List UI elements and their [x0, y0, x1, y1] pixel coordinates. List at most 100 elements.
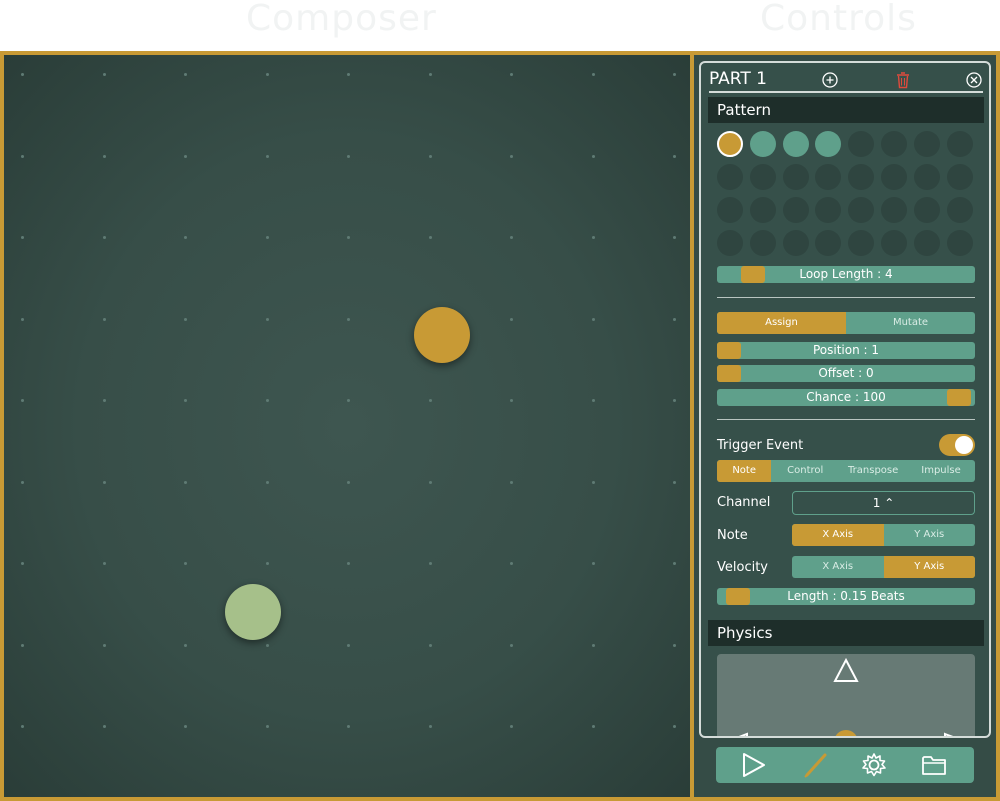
pattern-step[interactable]	[782, 197, 809, 223]
grid-dot	[510, 154, 513, 158]
loop-length-slider[interactable]: Loop Length : 4	[717, 266, 975, 283]
pattern-step[interactable]	[815, 131, 842, 157]
grid-dot	[428, 236, 432, 239]
grid-dot	[510, 725, 513, 728]
velocity-x-axis[interactable]: X Axis	[792, 556, 884, 578]
pattern-step[interactable]	[815, 197, 842, 223]
position-slider[interactable]: Position : 1	[717, 342, 975, 359]
physics-pad[interactable]	[717, 654, 975, 736]
pattern-step[interactable]	[749, 164, 776, 190]
pattern-step[interactable]	[749, 197, 776, 223]
green-ball[interactable]	[225, 584, 281, 640]
note-y-axis[interactable]: Y Axis	[884, 524, 976, 546]
pattern-step[interactable]	[913, 230, 940, 256]
grid-dot	[184, 154, 187, 158]
event-impulse[interactable]: Impulse	[907, 460, 975, 482]
pattern-step[interactable]	[848, 230, 875, 256]
folder-icon[interactable]	[920, 751, 948, 779]
pattern-header: Pattern	[708, 97, 984, 123]
channel-stepper[interactable]: 1 ⌃	[792, 491, 975, 515]
toggle-knob	[955, 436, 973, 454]
grid-dot	[673, 725, 676, 728]
pattern-step[interactable]	[717, 230, 743, 256]
grid-dot	[21, 399, 24, 402]
composer-canvas[interactable]	[4, 55, 690, 797]
grid-dot	[591, 643, 595, 647]
gold-ball[interactable]	[414, 307, 470, 363]
pattern-step[interactable]	[749, 131, 776, 157]
chance-label: Chance : 100	[806, 390, 886, 404]
close-icon[interactable]	[965, 71, 983, 89]
pattern-step[interactable]	[717, 164, 743, 190]
pattern-step[interactable]	[717, 197, 743, 223]
grid-dot	[673, 154, 676, 158]
pattern-step[interactable]	[913, 131, 940, 157]
pattern-step[interactable]	[881, 197, 907, 223]
note-label: Note	[717, 528, 748, 543]
event-note[interactable]: Note	[717, 460, 772, 482]
offset-slider[interactable]: Offset : 0	[717, 365, 975, 382]
pattern-step[interactable]	[946, 230, 973, 256]
channel-value: 1	[872, 496, 881, 510]
tab-composer[interactable]: Composer	[246, 0, 437, 39]
grid-dot	[265, 480, 269, 484]
pattern-step[interactable]	[913, 197, 940, 223]
trigger-event-toggle[interactable]	[939, 434, 975, 456]
velocity-axis-selector: X Axis Y Axis	[792, 556, 975, 578]
pattern-step[interactable]	[815, 164, 842, 190]
pattern-step[interactable]	[946, 164, 973, 190]
pattern-step[interactable]	[848, 131, 875, 157]
velocity-y-axis[interactable]: Y Axis	[883, 556, 975, 578]
grid-dot	[428, 480, 432, 484]
pattern-step[interactable]	[881, 230, 907, 256]
part-title: PART 1	[709, 69, 767, 89]
pattern-step[interactable]	[782, 131, 809, 157]
note-x-axis[interactable]: X Axis	[792, 524, 884, 546]
pencil-icon[interactable]	[802, 751, 830, 779]
grid-dot	[428, 643, 432, 647]
pattern-step[interactable]	[913, 164, 940, 190]
length-slider[interactable]: Length : 0.15 Beats	[717, 588, 975, 605]
pattern-step[interactable]	[848, 164, 875, 190]
grid-dot	[184, 73, 187, 76]
pattern-step[interactable]	[749, 230, 776, 256]
channel-label: Channel	[717, 495, 771, 510]
grid-dot	[673, 236, 676, 239]
pattern-step[interactable]	[881, 164, 907, 190]
grid-dot	[21, 725, 24, 728]
grid-dot	[102, 317, 106, 321]
pattern-step[interactable]	[881, 131, 907, 157]
grid-dot	[510, 73, 513, 76]
pattern-step[interactable]	[782, 164, 809, 190]
grid-dot	[184, 480, 187, 484]
gear-icon[interactable]	[860, 751, 888, 779]
pattern-step[interactable]	[717, 131, 743, 157]
grid-dot	[102, 399, 106, 402]
mode-mutate[interactable]: Mutate	[846, 312, 975, 334]
pattern-step[interactable]	[815, 230, 842, 256]
mode-assign[interactable]: Assign	[717, 312, 846, 334]
add-icon[interactable]	[821, 71, 839, 89]
event-control[interactable]: Control	[771, 460, 839, 482]
trash-icon[interactable]	[894, 71, 912, 89]
grid-dot	[184, 317, 187, 321]
grid-dot	[510, 317, 513, 321]
pattern-step[interactable]	[782, 230, 809, 256]
grid-dot	[265, 399, 269, 402]
chance-slider[interactable]: Chance : 100	[717, 389, 975, 406]
pattern-step[interactable]	[848, 197, 875, 223]
grid-dot	[591, 562, 595, 565]
grid-dot	[21, 73, 24, 76]
grid-dot	[673, 643, 676, 647]
note-axis-selector: X Axis Y Axis	[792, 524, 975, 546]
event-type-selector: Note Control Transpose Impulse	[717, 460, 975, 482]
pattern-step[interactable]	[946, 131, 973, 157]
grid-dot	[591, 480, 595, 484]
grid-dot	[591, 73, 595, 76]
play-icon[interactable]	[740, 751, 768, 779]
pattern-step[interactable]	[946, 197, 973, 223]
event-transpose[interactable]: Transpose	[839, 460, 907, 482]
grid-dot	[673, 562, 676, 565]
grid-dot	[347, 399, 350, 402]
tab-controls[interactable]: Controls	[760, 0, 917, 39]
